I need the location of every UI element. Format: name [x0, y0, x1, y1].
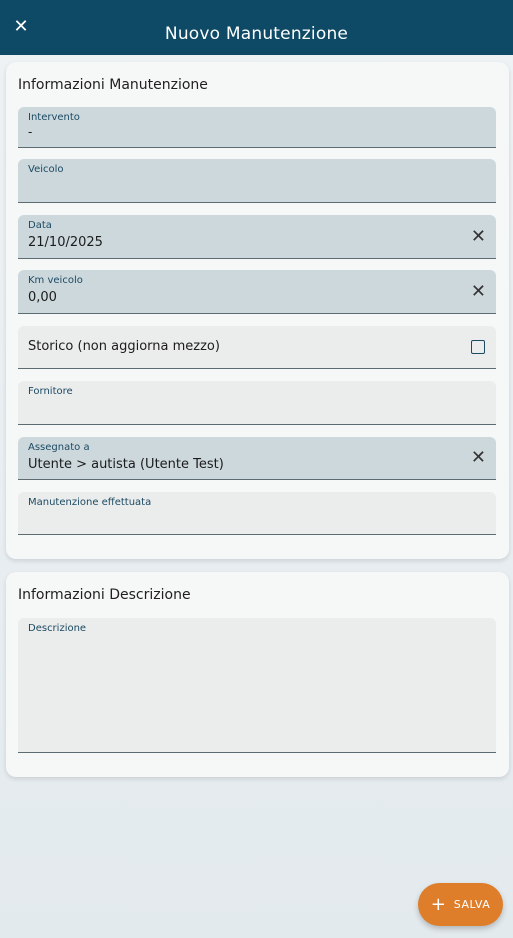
data-label: Data	[28, 220, 52, 231]
storico-field[interactable]: Storico (non aggiorna mezzo)	[18, 326, 496, 369]
description-info-card: Informazioni Descrizione Descrizione	[6, 572, 509, 777]
intervento-value: -	[28, 125, 33, 139]
assegnato-value: Utente > autista (Utente Test)	[28, 457, 224, 472]
data-field[interactable]: Data 21/10/2025 ✕	[18, 215, 496, 259]
save-button-label: SALVA	[453, 898, 491, 911]
assegnato-label: Assegnato a	[28, 442, 90, 453]
card-title-maintenance: Informazioni Manutenzione	[18, 77, 208, 93]
km-veicolo-field[interactable]: Km veicolo 0,00 ✕	[18, 270, 496, 314]
manutenzione-effettuata-field[interactable]: Manutenzione effettuata	[18, 492, 496, 535]
storico-label: Storico (non aggiorna mezzo)	[28, 339, 220, 354]
km-veicolo-value: 0,00	[28, 290, 57, 305]
km-veicolo-label: Km veicolo	[28, 275, 83, 286]
plus-icon: +	[430, 893, 446, 915]
save-button[interactable]: + SALVA	[418, 883, 503, 926]
manutenzione-effettuata-label: Manutenzione effettuata	[28, 497, 152, 508]
card-title-description: Informazioni Descrizione	[18, 587, 191, 603]
app-header: ✕ Nuovo Manutenzione	[0, 0, 513, 55]
maintenance-info-card: Informazioni Manutenzione Intervento - V…	[6, 62, 509, 559]
veicolo-field[interactable]: Veicolo	[18, 159, 496, 203]
intervento-field[interactable]: Intervento -	[18, 107, 496, 148]
descrizione-field[interactable]: Descrizione	[18, 618, 496, 753]
clear-km-icon[interactable]: ✕	[471, 282, 486, 301]
clear-assegnato-icon[interactable]: ✕	[471, 449, 486, 467]
veicolo-label: Veicolo	[28, 164, 64, 175]
assegnato-field[interactable]: Assegnato a Utente > autista (Utente Tes…	[18, 437, 496, 480]
data-value: 21/10/2025	[28, 235, 103, 250]
fornitore-label: Fornitore	[28, 386, 73, 397]
descrizione-label: Descrizione	[28, 623, 87, 634]
fornitore-field[interactable]: Fornitore	[18, 381, 496, 425]
clear-data-icon[interactable]: ✕	[471, 227, 486, 246]
intervento-label: Intervento	[28, 112, 80, 123]
page-title: Nuovo Manutenzione	[164, 24, 349, 44]
storico-checkbox[interactable]	[471, 340, 485, 354]
